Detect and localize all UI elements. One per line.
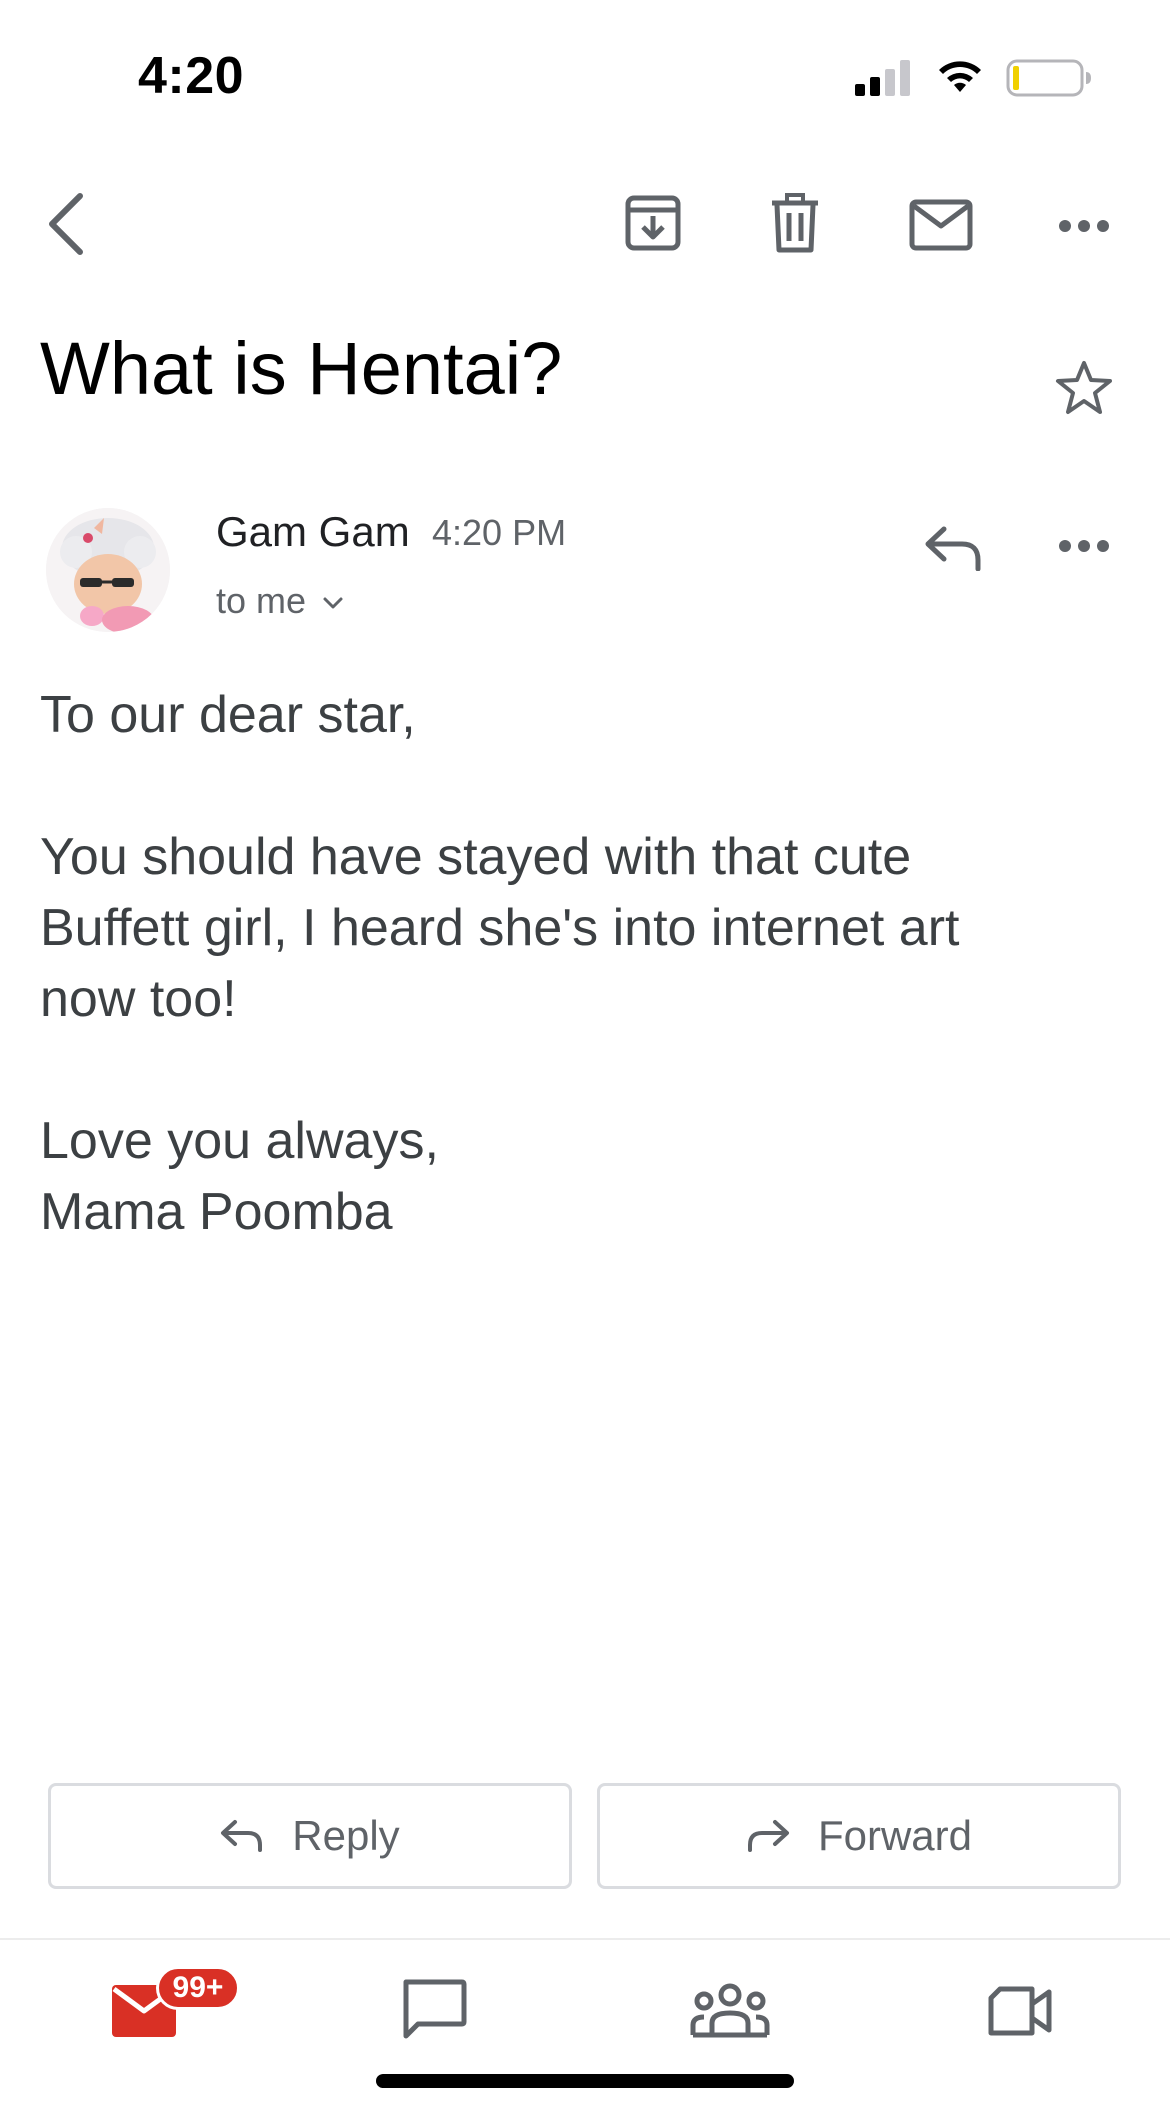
- reply-icon-button[interactable]: [920, 520, 986, 576]
- email-view: 4:20 What is Hentai? Gam Gam 4:20 PM to …: [0, 0, 1170, 2120]
- reply-icon: [221, 1820, 263, 1852]
- wifi-icon: [939, 61, 981, 92]
- meet-icon[interactable]: [988, 1986, 1052, 2036]
- recipient-label: to me: [216, 580, 307, 621]
- body-line: Buffett girl, I heard she's into interne…: [40, 899, 960, 957]
- mark-unread-button[interactable]: [905, 195, 977, 255]
- reply-button[interactable]: Reply: [48, 1783, 572, 1889]
- delete-icon: [772, 193, 818, 253]
- sender-name: Gam Gam: [216, 508, 410, 555]
- chat-icon[interactable]: [400, 1978, 468, 2042]
- avatar-image: [46, 508, 170, 632]
- archive-icon: [625, 195, 681, 251]
- more-options-icon: [1059, 540, 1109, 552]
- delete-button[interactable]: [762, 190, 828, 256]
- spaces-icon[interactable]: [690, 1983, 770, 2039]
- star-button[interactable]: [1052, 356, 1116, 420]
- star-icon: [1056, 361, 1112, 414]
- more-options-button[interactable]: [1054, 208, 1114, 244]
- email-body: To our dear star, You should have stayed…: [40, 680, 1120, 1248]
- sender-avatar[interactable]: [46, 508, 170, 632]
- chevron-down-icon: [323, 597, 343, 609]
- forward-icon: [747, 1820, 789, 1852]
- body-greeting: To our dear star,: [40, 686, 416, 744]
- body-line: You should have stayed with that cute: [40, 828, 912, 886]
- mark-unread-icon: [909, 199, 973, 251]
- recipient-details-toggle[interactable]: to me: [216, 580, 344, 622]
- battery-icon: [1006, 59, 1091, 97]
- email-time: 4:20 PM: [432, 512, 567, 553]
- archive-button[interactable]: [620, 190, 686, 256]
- reply-button-label: Reply: [292, 1812, 400, 1859]
- back-arrow-icon: [49, 193, 83, 255]
- status-time: 4:20: [138, 47, 245, 105]
- reply-icon: [925, 526, 981, 571]
- email-subject: What is Hentai?: [40, 327, 563, 410]
- back-button[interactable]: [36, 188, 96, 260]
- body-line: now too!: [40, 970, 237, 1028]
- message-more-options-button[interactable]: [1054, 528, 1114, 564]
- more-options-icon: [1059, 220, 1109, 232]
- cellular-signal-icon: [855, 60, 910, 96]
- forward-button-label: Forward: [817, 1812, 973, 1859]
- forward-button[interactable]: Forward: [597, 1783, 1121, 1889]
- bottom-nav-divider: [0, 1938, 1170, 1940]
- body-signature: Mama Poomba: [40, 1183, 393, 1241]
- unread-count-badge: 99+: [156, 1966, 240, 2010]
- home-indicator: [376, 2074, 794, 2088]
- body-closing: Love you always,: [40, 1112, 439, 1170]
